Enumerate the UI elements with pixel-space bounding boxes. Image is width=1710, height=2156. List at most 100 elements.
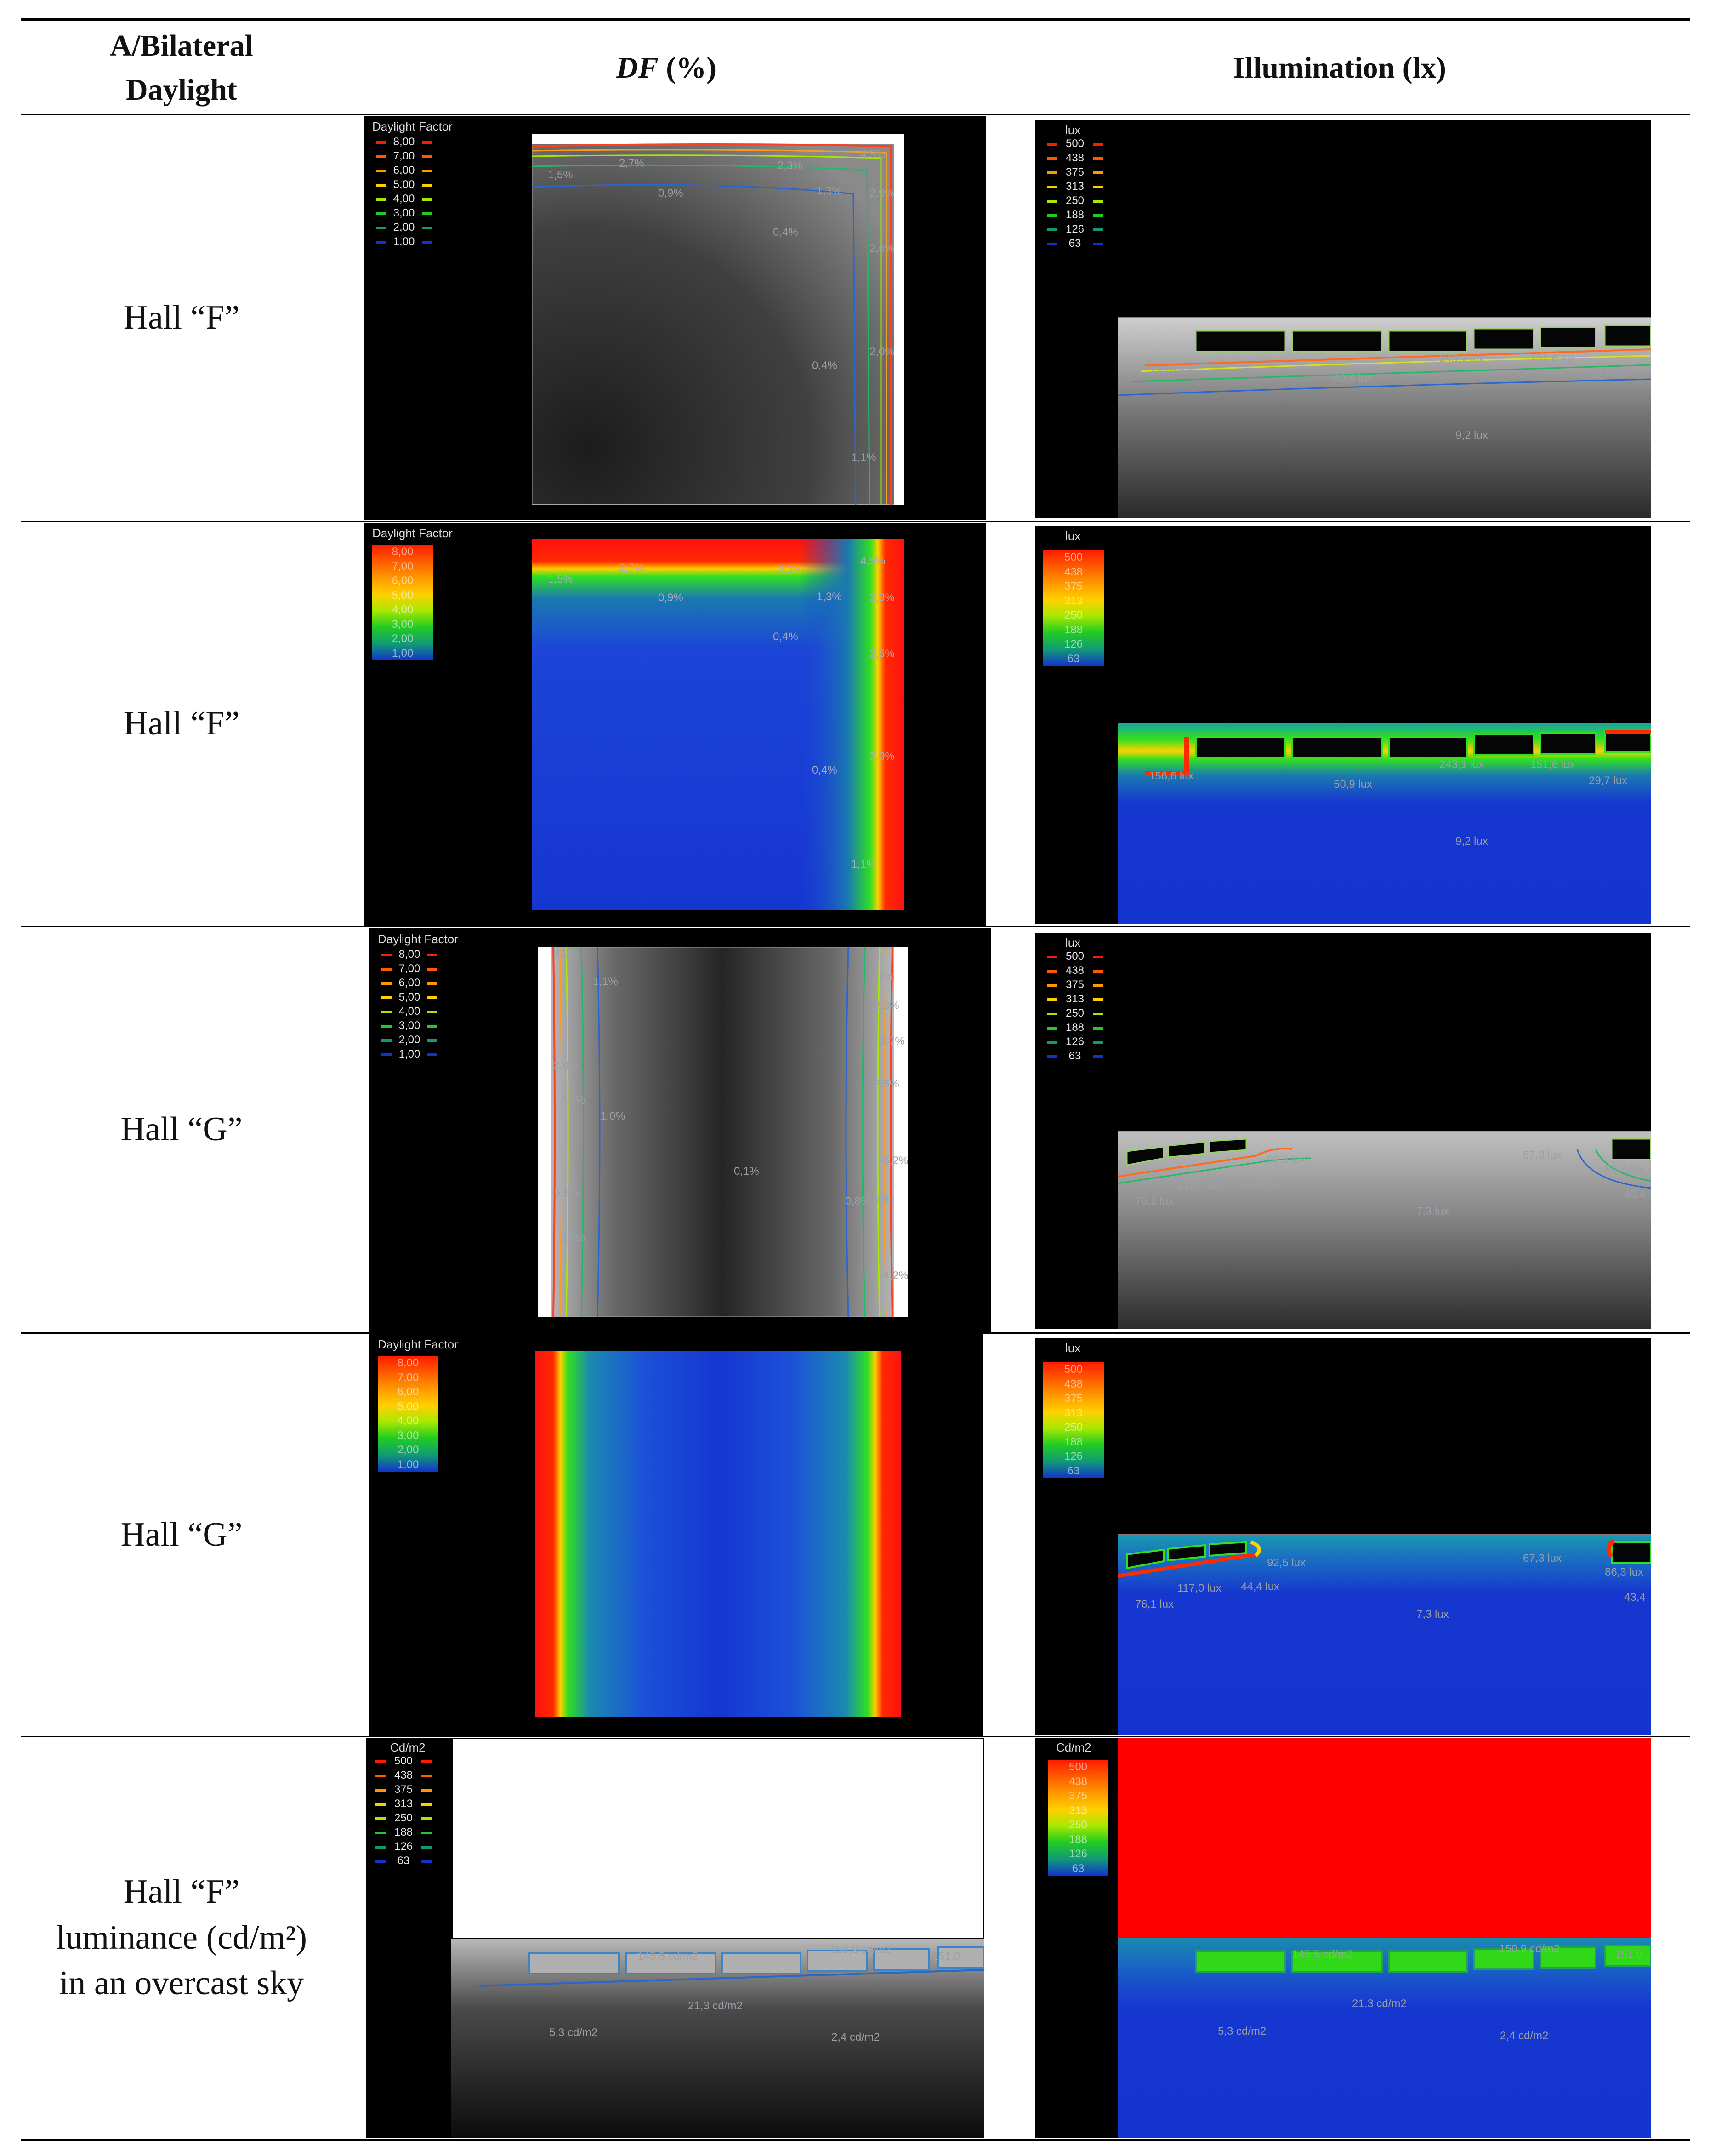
- df-legend-entry: 6,00: [372, 164, 436, 177]
- lum-label: 151,0: [932, 1950, 960, 1963]
- lux-legend-swatch: [1093, 955, 1103, 958]
- lux-legend-entry: 375: [1043, 165, 1107, 179]
- hallG-df-label: 1,1%: [593, 975, 618, 988]
- df-legend-entry: 3,00: [372, 206, 436, 220]
- hallF-df-label: 1,3%: [817, 185, 842, 197]
- lux-legend-title: lux: [1065, 1341, 1081, 1355]
- hallG-lux-fc-label: 43,4: [1624, 1591, 1646, 1604]
- df-scale-value: 8,00: [397, 1357, 419, 1369]
- df-legend-swatch: [422, 141, 432, 144]
- hallF-luminance-isoline-panel: Cd/m2 500 438 375 313 250 188 126 63 145,5 cd/m…: [366, 1738, 984, 2138]
- df-scale-value: 8,00: [392, 546, 414, 558]
- row-label-3-text: Hall “G”: [120, 1110, 243, 1149]
- lux-legend-swatch: [1047, 157, 1057, 160]
- lux-legend-swatch: [1047, 998, 1057, 1001]
- hallG-lux-fc-label: 86,3 lux: [1605, 1566, 1644, 1578]
- hallG-df-label: 1,7%: [869, 971, 895, 983]
- hallF-df-fc-label: 0,9%: [658, 592, 683, 604]
- lux-legend-entry: 438: [1043, 151, 1107, 165]
- df-scale-value: 7,00: [397, 1371, 419, 1384]
- lux-legend-swatch: [1047, 1012, 1057, 1015]
- cd-color-scale: 500 438 375 313 250 188 126 63: [1048, 1760, 1108, 1876]
- hallF-lux-interior-view: [1118, 317, 1651, 518]
- df-legend-value: 7,00: [398, 962, 420, 975]
- row-label-1-text: Hall “F”: [123, 298, 240, 336]
- hallF-df-label: 2,0%: [869, 346, 895, 358]
- cd-legend-entry: 126: [372, 1840, 435, 1854]
- hallF-lux-fc-label: 50,9 lux: [1334, 778, 1373, 791]
- lux-legend-value: 313: [1065, 993, 1085, 1005]
- df-legend-value: 2,00: [398, 1034, 420, 1046]
- df-legend-value: 2,00: [393, 221, 415, 233]
- hallG-lux-label: 76,1 lux: [1135, 1195, 1174, 1207]
- lum-fc-label: 151,0: [1615, 1948, 1643, 1961]
- df-legend-swatch: [422, 240, 432, 244]
- hallG-df-label: 2,8%: [553, 1059, 579, 1072]
- hallG-df-isoline-panel: Daylight Factor 8,00 7,00 6,00 5,00 4,00 3,00…: [369, 928, 991, 1332]
- hallF-df-fc-label: 2,0%: [869, 750, 895, 762]
- df-scale-value: 7,00: [392, 560, 414, 573]
- hallF-lux-falsecolor-view: [1118, 723, 1651, 924]
- hallF-df-fc-label: 4,5%: [860, 555, 886, 567]
- hallF-df-label: 2,3%: [778, 159, 803, 172]
- lux-legend-entry: 313: [1043, 992, 1107, 1006]
- lum-label: 21,3 cd/m2: [688, 2000, 743, 2012]
- lux-legend-swatch: [1093, 157, 1103, 160]
- cd-legend-swatch: [421, 1760, 432, 1763]
- cd-legend-entry: 63: [372, 1854, 435, 1868]
- df-scale-value: 4,00: [397, 1415, 419, 1427]
- cd-scale-value: 250: [1068, 1819, 1088, 1831]
- hallF-lux-label: 151,6 lux: [1530, 353, 1575, 365]
- df-legend-swatch: [427, 1024, 437, 1028]
- lux-legend-swatch: [1093, 242, 1103, 245]
- hallG-df-label: 3,7%: [880, 1035, 905, 1047]
- df-legend-swatch: [381, 953, 392, 956]
- header-col-layout: A/Bilateral Daylight: [21, 24, 342, 112]
- df-legend-entry: 7,00: [378, 962, 441, 976]
- df-legend-entry: 1,00: [372, 235, 436, 249]
- df-legend-swatch: [427, 953, 437, 956]
- lux-scale-value: 126: [1064, 638, 1083, 650]
- lux-legend-swatch: [1093, 171, 1103, 174]
- lum-label: 2,4 cd/m2: [831, 2031, 880, 2043]
- df-legend-swatch: [381, 967, 392, 971]
- header-col2-italic: DF: [616, 51, 659, 85]
- df-scale-value: 1,00: [397, 1458, 419, 1471]
- cd-scale-value: 500: [1068, 1761, 1088, 1773]
- lux-legend-swatch: [1093, 142, 1103, 146]
- row-label-5-line3: in an overcast sky: [59, 1964, 304, 2002]
- df-legend-title: Daylight Factor: [372, 119, 453, 133]
- hallF-lux-label: 243,1 lux: [1439, 353, 1484, 365]
- hallG-lux-falsecolor-view: [1118, 1534, 1651, 1735]
- df-scale-value: 3,00: [392, 618, 414, 631]
- cd-legend-swatch: [375, 1774, 386, 1777]
- hallG-lux-fc-label: 92,5 lux: [1267, 1557, 1306, 1569]
- cd-scale-value: 126: [1068, 1848, 1088, 1860]
- hallG-df-label: 3,4%: [560, 1094, 585, 1106]
- lux-legend-swatch: [1093, 228, 1103, 231]
- df-scale-value: 3,00: [397, 1429, 419, 1442]
- lux-legend-swatch: [1093, 984, 1103, 987]
- lum-fc-label: 5,3 cd/m2: [1218, 2025, 1267, 2037]
- df-legend-swatch: [422, 169, 432, 172]
- df-legend-swatch: [427, 1053, 437, 1056]
- lux-color-scale: 500 438 375 313 250 188 126 63: [1043, 1362, 1104, 1478]
- df-legend-title: Daylight Factor: [378, 1337, 458, 1351]
- df-legend-swatch: [376, 226, 386, 229]
- cd-legend-entry: 188: [372, 1826, 435, 1839]
- lux-legend-title: lux: [1065, 529, 1081, 543]
- df-legend-entry: 5,00: [372, 178, 436, 192]
- df-legend-swatch: [376, 240, 386, 244]
- lux-scale-value: 438: [1064, 565, 1083, 578]
- hallF-luminance-view: [451, 1738, 984, 2138]
- cd-legend-value: 126: [394, 1840, 413, 1853]
- hallF-luminance-falsecolor-panel: Cd/m2 500 438 375 313 250 188 126 63 145,5 cd/m…: [1035, 1738, 1651, 2138]
- df-legend-swatch: [427, 982, 437, 985]
- table-bottom-rule: [21, 2139, 1690, 2141]
- df-legend-value: 8,00: [398, 948, 420, 961]
- df-legend-swatch: [376, 155, 386, 158]
- hallG-lux-fc-label: 67,3 lux: [1523, 1552, 1562, 1564]
- hallF-df-falsecolor-plan: [532, 539, 904, 910]
- lux-legend-swatch: [1093, 185, 1103, 188]
- df-legend-entry: 7,00: [372, 149, 436, 163]
